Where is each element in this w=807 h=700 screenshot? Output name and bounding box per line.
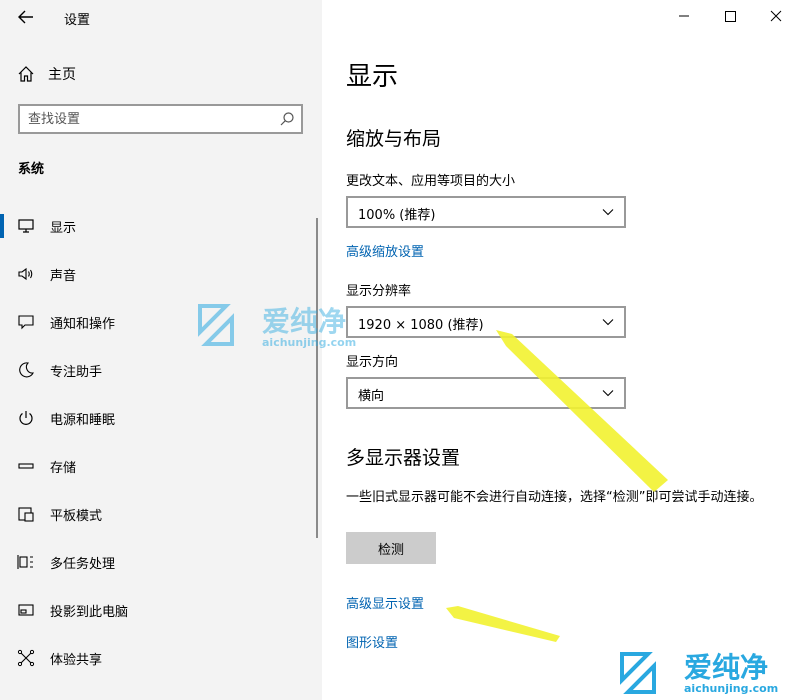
sidebar-item-display[interactable]: 显示 [0, 206, 322, 246]
page-title: 显示 [346, 62, 399, 92]
orientation-label: 显示方向 [346, 355, 399, 370]
sidebar-item-power[interactable]: 电源和睡眠 [0, 398, 322, 438]
text-size-value: 100% (推荐) [358, 208, 436, 223]
monitor-icon [17, 217, 35, 235]
sidebar-item-label: 体验共享 [50, 653, 103, 668]
watermark-logo-icon [196, 302, 252, 348]
sidebar-item-label: 存储 [50, 461, 77, 476]
sidebar-home[interactable]: 主页 [16, 62, 76, 86]
sidebar-item-label: 投影到此电脑 [50, 605, 129, 620]
sidebar-item-label: 专注助手 [50, 365, 103, 380]
close-icon[interactable] [762, 5, 790, 27]
moon-icon [17, 361, 35, 379]
search-input[interactable] [28, 110, 268, 128]
sidebar-item-shared-experiences[interactable]: 体验共享 [0, 638, 322, 678]
sidebar-item-label: 通知和操作 [50, 317, 116, 332]
sidebar-item-storage[interactable]: 存储 [0, 446, 322, 486]
watermark-corner: 爱纯净 aichunjing.com [618, 644, 807, 700]
active-indicator [0, 214, 4, 238]
project-icon [17, 601, 35, 619]
sidebar-scrollbar[interactable] [316, 218, 318, 538]
window-title: 设置 [64, 13, 91, 28]
speaker-icon [17, 265, 35, 283]
text-size-select[interactable]: 100% (推荐) [346, 196, 626, 228]
sidebar-item-label: 声音 [50, 269, 77, 284]
sidebar-item-label: 多任务处理 [50, 557, 116, 572]
storage-icon [17, 457, 35, 475]
detect-button[interactable]: 检测 [346, 532, 436, 564]
minimize-icon[interactable] [670, 5, 698, 27]
sidebar-item-project[interactable]: 投影到此电脑 [0, 590, 322, 630]
graphics-settings-link[interactable]: 图形设置 [346, 632, 398, 651]
sidebar-item-label: 显示 [50, 221, 77, 236]
text-size-label: 更改文本、应用等项目的大小 [346, 174, 516, 189]
sidebar-item-focus-assist[interactable]: 专注助手 [0, 350, 322, 390]
home-icon [16, 64, 36, 84]
resolution-select[interactable]: 1920 × 1080 (推荐) [346, 306, 626, 338]
advanced-display-link[interactable]: 高级显示设置 [346, 593, 424, 612]
watermark-brand: 爱纯净 [684, 651, 769, 684]
multitask-icon [17, 553, 35, 571]
watermark-url: aichunjing.com [684, 682, 779, 695]
maximize-icon[interactable] [716, 5, 744, 27]
notification-icon [17, 313, 35, 331]
power-icon [17, 409, 35, 427]
tablet-icon [17, 505, 35, 523]
sidebar-item-multitasking[interactable]: 多任务处理 [0, 542, 322, 582]
search-icon[interactable] [279, 111, 295, 127]
watermark-center: 爱纯净 aichunjing.com [196, 298, 386, 352]
watermark-url: aichunjing.com [262, 336, 357, 349]
home-label: 主页 [48, 67, 76, 83]
search-box[interactable] [18, 104, 303, 134]
watermark-brand: 爱纯净 [262, 305, 347, 338]
section-title: 系统 [18, 162, 45, 177]
chevron-down-icon [602, 206, 614, 218]
scale-layout-heading: 缩放与布局 [346, 128, 442, 150]
sidebar-item-label: 平板模式 [50, 509, 103, 524]
share-icon [17, 649, 35, 667]
advanced-scaling-link[interactable]: 高级缩放设置 [346, 241, 424, 260]
multi-display-heading: 多显示器设置 [346, 447, 461, 469]
chevron-down-icon [602, 316, 614, 328]
arrow-left-icon[interactable] [14, 6, 38, 28]
watermark-logo-icon [618, 650, 674, 696]
sidebar-item-label: 电源和睡眠 [50, 413, 116, 428]
chevron-down-icon [602, 387, 614, 399]
orientation-value: 横向 [358, 389, 385, 404]
resolution-label: 显示分辨率 [346, 284, 412, 299]
orientation-select[interactable]: 横向 [346, 377, 626, 409]
sidebar-item-tablet-mode[interactable]: 平板模式 [0, 494, 322, 534]
multi-display-description: 一些旧式显示器可能不会进行自动连接，选择“检测”即可尝试手动连接。 [346, 490, 763, 505]
sidebar-item-sound[interactable]: 声音 [0, 254, 322, 294]
